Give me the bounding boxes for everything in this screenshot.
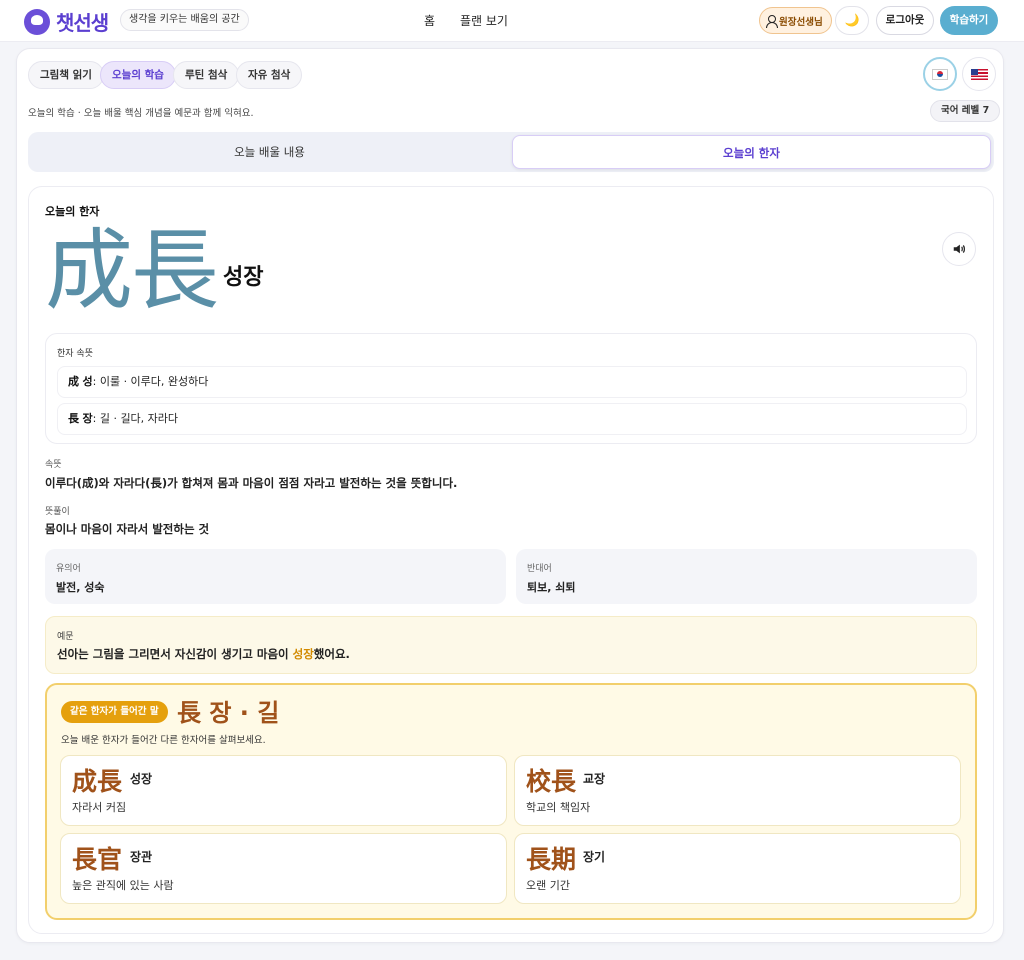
study-button[interactable]: 학습하기: [940, 6, 998, 35]
segment-today-hanja[interactable]: 오늘의 한자: [512, 135, 991, 169]
hanja-reading: 성장: [223, 265, 264, 290]
word-meaning: 높은 관직에 있는 사람: [72, 879, 174, 892]
play-sound-button[interactable]: [942, 232, 976, 266]
char-glyph: 成: [68, 375, 79, 388]
related-word-card[interactable]: 長官 장관 높은 관직에 있는 사람: [60, 833, 507, 904]
korea-flag-icon: [932, 68, 948, 80]
nav-home-link[interactable]: 홈: [424, 12, 435, 29]
tab-today-study[interactable]: 오늘의 학습: [100, 61, 176, 89]
user-icon: [766, 15, 778, 28]
word-hanja: 校長: [526, 767, 577, 796]
logo[interactable]: 챗선생: [24, 7, 109, 36]
us-flag-icon: [970, 68, 988, 80]
word-meaning: 오랜 기간: [526, 879, 570, 892]
antonym-box: 반대어 퇴보, 쇠퇴: [516, 549, 977, 604]
example-text-before: 선아는 그림을 그리면서 자신감이 생기고 마음이: [57, 647, 293, 661]
page-subtitle: 오늘의 학습 · 오늘 배울 핵심 개념을 예문과 함께 익혀요.: [28, 108, 254, 119]
char-sound: 성: [82, 375, 93, 388]
language-korean-button[interactable]: [923, 57, 957, 91]
antonym-label: 반대어: [527, 564, 552, 574]
char-meaning: 길 · 길다, 자라다: [99, 412, 179, 425]
moon-icon: 🌙: [844, 13, 860, 27]
dark-mode-button[interactable]: 🌙: [835, 6, 869, 35]
char-meaning-label: 한자 속뜻: [57, 349, 93, 359]
logout-button[interactable]: 로그아웃: [876, 6, 934, 35]
word-reading: 교장: [583, 772, 606, 786]
level-badge[interactable]: 국어 레벨 7: [930, 100, 1001, 122]
definition-label: 뜻풀이: [45, 507, 70, 517]
tab-routine-correction[interactable]: 루틴 첨삭: [173, 61, 240, 89]
related-word-card[interactable]: 長期 장기 오랜 기간: [514, 833, 961, 904]
related-head-reading: 장 · 길: [209, 699, 280, 727]
tagline-badge: 생각을 키우는 배움의 공간: [120, 9, 249, 31]
synonym-box: 유의어 발전, 성숙: [45, 549, 506, 604]
related-word-card[interactable]: 校長 교장 학교의 책임자: [514, 755, 961, 826]
content-segment-control: 오늘 배울 내용 오늘의 한자: [28, 132, 994, 172]
antonym-text: 퇴보, 쇠퇴: [527, 581, 576, 594]
word-meaning: 자라서 커짐: [72, 801, 127, 814]
synonym-label: 유의어: [56, 564, 81, 574]
main-card: 그림책 읽기 오늘의 학습 루틴 첨삭 자유 첨삭 오늘의 학습 · 오늘 배울…: [16, 48, 1004, 943]
char-meaning-row: 成 성: 이룰 · 이루다, 완성하다: [57, 366, 967, 398]
inner-meaning-text: 이루다(成)와 자라다(長)가 합쳐져 몸과 마음이 점점 자라고 발전하는 것…: [45, 476, 458, 490]
char-meaning-box: 한자 속뜻 成 성: 이룰 · 이루다, 완성하다 長 장: 길 · 길다, 자…: [45, 333, 977, 444]
example-highlight: 성장: [292, 647, 314, 661]
word-hanja: 成長: [72, 767, 123, 796]
user-label: 원장선생님: [779, 16, 823, 28]
language-english-button[interactable]: [962, 57, 996, 91]
word-reading: 장기: [583, 850, 606, 864]
word-meaning: 학교의 책임자: [526, 801, 591, 814]
hanja-characters: 成長: [45, 219, 219, 322]
synonym-text: 발전, 성숙: [56, 581, 105, 594]
char-sound: 장: [82, 412, 93, 425]
nav-plan-link[interactable]: 플랜 보기: [460, 12, 508, 29]
related-words-box: 같은 한자가 들어간 말 長 장 · 길 오늘 배운 한자가 들어간 다른 한자…: [45, 683, 977, 920]
inner-meaning-label: 속뜻: [45, 460, 62, 470]
word-reading: 장관: [130, 850, 153, 864]
logo-icon: [24, 8, 50, 35]
related-head-char: 長: [177, 698, 201, 727]
char-meaning-row: 長 장: 길 · 길다, 자라다: [57, 403, 967, 435]
example-label: 예문: [57, 632, 74, 642]
related-subtitle: 오늘 배운 한자가 들어간 다른 한자어를 살펴보세요.: [61, 735, 266, 746]
hanja-panel: 오늘의 한자 成長 성장 한자 속뜻 成 성: 이룰 · 이루다, 완성하다 長…: [28, 186, 994, 934]
segment-today-content[interactable]: 오늘 배울 내용: [28, 132, 511, 172]
panel-title: 오늘의 한자: [45, 205, 100, 218]
definition-text: 몸이나 마음이 자라서 발전하는 것: [45, 522, 210, 536]
related-badge: 같은 한자가 들어간 말: [61, 701, 168, 723]
example-box: 예문 선아는 그림을 그리면서 자신감이 생기고 마음이 성장했어요.: [45, 616, 977, 674]
word-reading: 성장: [130, 772, 153, 786]
logo-text: 챗선생: [56, 11, 109, 35]
related-heading: 長 장 · 길: [177, 693, 279, 728]
word-hanja: 長期: [526, 845, 577, 874]
tab-free-correction[interactable]: 자유 첨삭: [236, 61, 303, 89]
char-meaning: 이룰 · 이루다, 완성하다: [99, 375, 209, 388]
example-text-after: 했어요.: [313, 647, 350, 661]
related-word-card[interactable]: 成長 성장 자라서 커짐: [60, 755, 507, 826]
char-glyph: 長: [68, 412, 79, 425]
user-chip[interactable]: 원장선생님: [759, 7, 832, 34]
tab-picture-book[interactable]: 그림책 읽기: [28, 61, 104, 89]
top-bar: 챗선생 생각을 키우는 배움의 공간 홈 플랜 보기 원장선생님 🌙 로그아웃 …: [0, 0, 1024, 42]
word-hanja: 長官: [72, 845, 123, 874]
example-sentence: 선아는 그림을 그리면서 자신감이 생기고 마음이 성장했어요.: [57, 646, 350, 662]
speaker-icon: [953, 244, 965, 254]
